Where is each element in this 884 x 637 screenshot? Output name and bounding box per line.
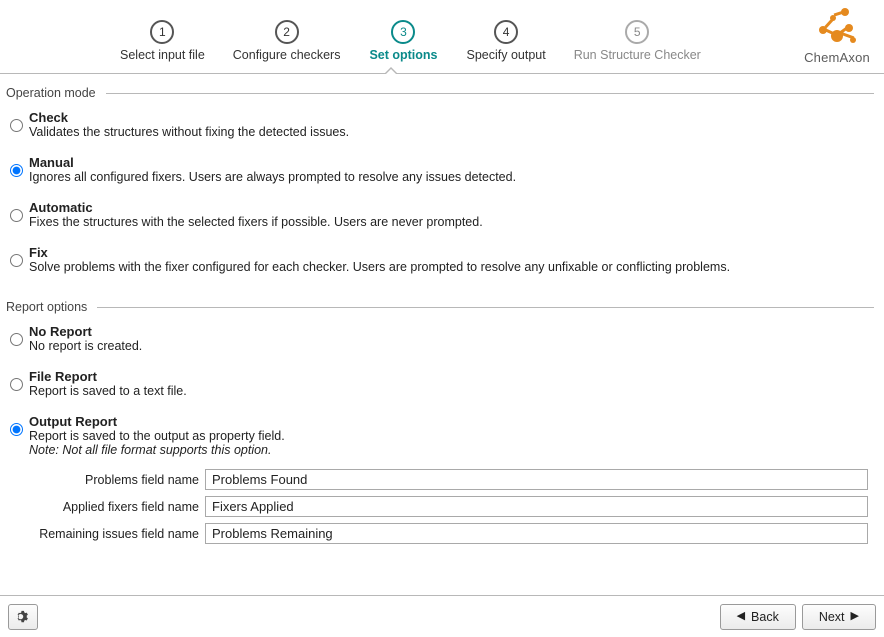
radio-file-report[interactable]	[10, 378, 23, 391]
radio-fix[interactable]	[10, 254, 23, 267]
operation-mode-manual[interactable]: Manual Ignores all configured fixers. Us…	[6, 151, 874, 188]
section-title: Report options	[6, 300, 87, 314]
radio-title: Manual	[29, 155, 516, 170]
step-number: 4	[494, 20, 518, 44]
chemaxon-logo-icon	[813, 6, 861, 50]
report-option-file-report[interactable]: File Report Report is saved to a text fi…	[6, 365, 874, 402]
radio-desc: Ignores all configured fixers. Users are…	[29, 170, 516, 184]
next-button-label: Next	[819, 610, 845, 624]
radio-title: Fix	[29, 245, 730, 260]
section-divider	[106, 93, 874, 94]
wizard-content: Operation mode Check Validates the struc…	[0, 74, 884, 544]
radio-title: Output Report	[29, 414, 285, 429]
radio-manual[interactable]	[10, 164, 23, 177]
arrow-right-icon: ▶	[851, 611, 859, 622]
step-label: Set options	[369, 48, 437, 62]
problems-field-label: Problems field name	[6, 473, 201, 487]
output-report-fields: Problems field name Applied fixers field…	[6, 469, 874, 544]
radio-automatic[interactable]	[10, 209, 23, 222]
brand-logo: ChemAxon	[804, 6, 870, 65]
gear-icon	[15, 609, 31, 625]
arrow-left-icon: ◀	[737, 611, 745, 622]
operation-mode-automatic[interactable]: Automatic Fixes the structures with the …	[6, 196, 874, 233]
problems-field-input[interactable]	[205, 469, 868, 490]
section-report-options-header: Report options	[6, 300, 874, 314]
step-select-input-file[interactable]: 1 Select input file	[120, 20, 205, 62]
step-label: Configure checkers	[233, 48, 341, 62]
radio-output-report[interactable]	[10, 423, 23, 436]
radio-title: No Report	[29, 324, 142, 339]
remaining-issues-field-label: Remaining issues field name	[6, 527, 201, 541]
section-operation-mode-header: Operation mode	[6, 86, 874, 100]
back-button[interactable]: ◀ Back	[720, 604, 796, 630]
step-run-structure-checker: 5 Run Structure Checker	[574, 20, 701, 62]
radio-no-report[interactable]	[10, 333, 23, 346]
step-configure-checkers[interactable]: 2 Configure checkers	[233, 20, 341, 62]
step-label: Select input file	[120, 48, 205, 62]
step-label: Specify output	[466, 48, 545, 62]
applied-fixers-field-input[interactable]	[205, 496, 868, 517]
next-button[interactable]: Next ▶	[802, 604, 876, 630]
operation-mode-fix[interactable]: Fix Solve problems with the fixer config…	[6, 241, 874, 278]
wizard-header: 1 Select input file 2 Configure checkers…	[0, 0, 884, 74]
wizard-steps: 1 Select input file 2 Configure checkers…	[120, 20, 701, 62]
step-number: 1	[150, 20, 174, 44]
applied-fixers-field-label: Applied fixers field name	[6, 500, 201, 514]
step-set-options[interactable]: 3 Set options	[368, 20, 438, 62]
step-number: 3	[391, 20, 415, 44]
radio-desc: Solve problems with the fixer configured…	[29, 260, 730, 274]
radio-title: Automatic	[29, 200, 483, 215]
report-option-no-report[interactable]: No Report No report is created.	[6, 320, 874, 357]
step-specify-output[interactable]: 4 Specify output	[466, 20, 545, 62]
step-number: 2	[275, 20, 299, 44]
step-label: Run Structure Checker	[574, 48, 701, 62]
radio-note: Note: Not all file format supports this …	[29, 443, 285, 457]
step-number: 5	[625, 20, 649, 44]
radio-desc: Validates the structures without fixing …	[29, 125, 349, 139]
remaining-issues-field-input[interactable]	[205, 523, 868, 544]
report-option-output-report[interactable]: Output Report Report is saved to the out…	[6, 410, 874, 461]
radio-desc: Report is saved to the output as propert…	[29, 429, 285, 443]
operation-mode-check[interactable]: Check Validates the structures without f…	[6, 106, 874, 143]
brand-name: ChemAxon	[804, 50, 870, 65]
back-button-label: Back	[751, 610, 779, 624]
radio-title: Check	[29, 110, 349, 125]
settings-button[interactable]	[8, 604, 38, 630]
radio-title: File Report	[29, 369, 187, 384]
radio-desc: Report is saved to a text file.	[29, 384, 187, 398]
radio-check[interactable]	[10, 119, 23, 132]
radio-desc: No report is created.	[29, 339, 142, 353]
wizard-footer: ◀ Back Next ▶	[0, 595, 884, 637]
radio-desc: Fixes the structures with the selected f…	[29, 215, 483, 229]
active-step-caret-icon	[384, 67, 398, 74]
section-divider	[97, 307, 874, 308]
section-title: Operation mode	[6, 86, 96, 100]
